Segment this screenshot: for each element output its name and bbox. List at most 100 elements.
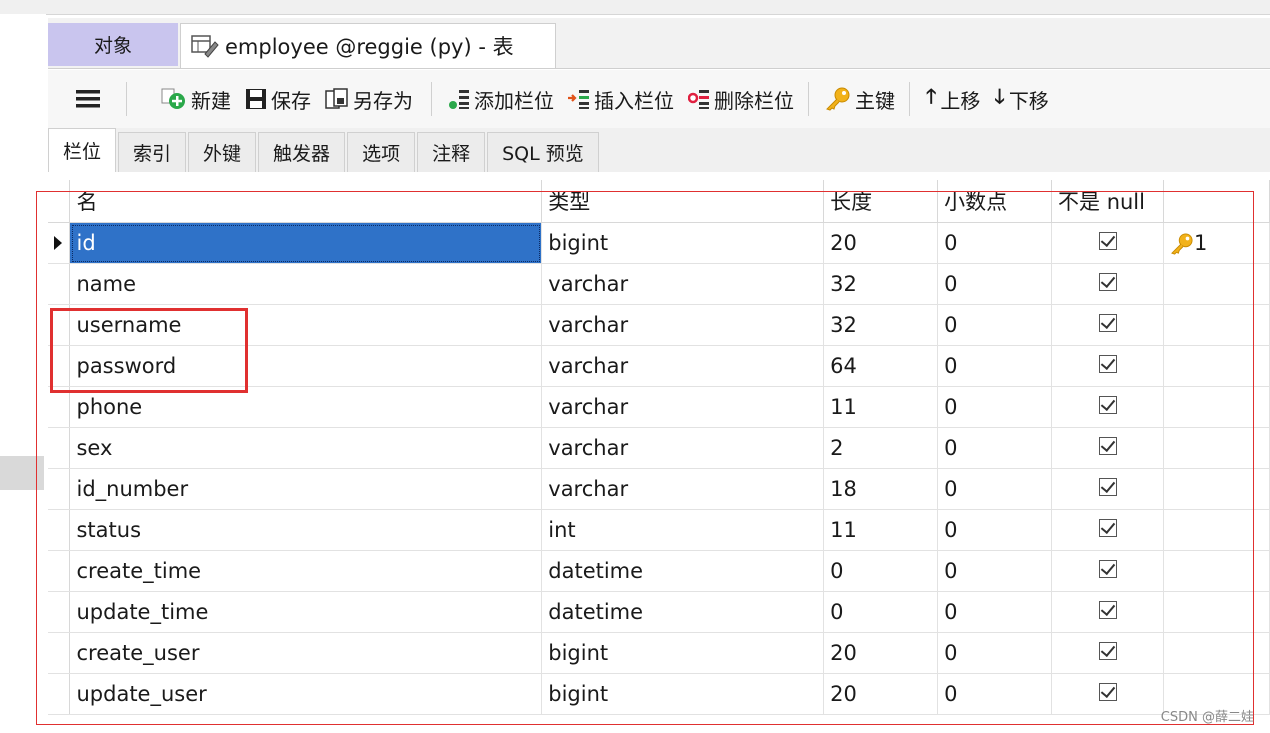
cell-length[interactable]: 18 xyxy=(823,468,939,510)
cell-key[interactable] xyxy=(1163,427,1270,469)
not-null-checkbox[interactable] xyxy=(1099,519,1118,537)
cell-decimal[interactable]: 0 xyxy=(937,222,1053,264)
cell-name[interactable]: create_time xyxy=(69,550,543,592)
subtab-sql-preview[interactable]: SQL 预览 xyxy=(487,132,599,172)
cell-key[interactable]: 1 xyxy=(1163,222,1270,264)
cell-type[interactable]: bigint xyxy=(541,673,825,715)
cell-not-null[interactable] xyxy=(1051,673,1164,715)
cell-decimal[interactable]: 0 xyxy=(937,591,1053,633)
cell-length[interactable]: 11 xyxy=(823,509,939,551)
cell-name[interactable]: password xyxy=(69,345,543,387)
cell-name[interactable]: id xyxy=(69,222,543,264)
cell-decimal[interactable]: 0 xyxy=(937,632,1053,674)
cell-not-null[interactable] xyxy=(1051,632,1164,674)
not-null-checkbox[interactable] xyxy=(1099,478,1118,496)
cell-key[interactable] xyxy=(1163,591,1270,633)
cell-not-null[interactable] xyxy=(1051,591,1164,633)
cell-key[interactable] xyxy=(1163,345,1270,387)
cell-not-null[interactable] xyxy=(1051,304,1164,346)
cell-decimal[interactable]: 0 xyxy=(937,304,1053,346)
hamburger-menu-button[interactable] xyxy=(76,89,100,109)
cell-length[interactable]: 20 xyxy=(823,673,939,715)
cell-type[interactable]: varchar xyxy=(541,468,825,510)
cell-type[interactable]: varchar xyxy=(541,263,825,305)
primary-key-button[interactable]: 主键 xyxy=(825,85,895,114)
cell-not-null[interactable] xyxy=(1051,263,1164,305)
cell-type[interactable]: bigint xyxy=(541,632,825,674)
cell-name[interactable]: status xyxy=(69,509,543,551)
table-row[interactable]: id_number varchar 18 0 xyxy=(48,468,1270,510)
not-null-checkbox[interactable] xyxy=(1099,437,1118,455)
tab-employee-table[interactable]: employee @reggie (py) - 表 xyxy=(180,23,556,68)
cell-key[interactable] xyxy=(1163,632,1270,674)
cell-length[interactable]: 0 xyxy=(823,550,939,592)
tab-objects[interactable]: 对象 xyxy=(48,23,178,66)
cell-decimal[interactable]: 0 xyxy=(937,550,1053,592)
cell-name[interactable]: sex xyxy=(69,427,543,469)
subtab-triggers[interactable]: 触发器 xyxy=(258,132,346,172)
cell-type[interactable]: varchar xyxy=(541,345,825,387)
cell-type[interactable]: datetime xyxy=(541,550,825,592)
cell-type[interactable]: int xyxy=(541,509,825,551)
cell-type[interactable]: varchar xyxy=(541,427,825,469)
cell-key[interactable] xyxy=(1163,550,1270,592)
table-row[interactable]: name varchar 32 0 xyxy=(48,263,1270,305)
cell-decimal[interactable]: 0 xyxy=(937,509,1053,551)
cell-decimal[interactable]: 0 xyxy=(937,386,1053,428)
cell-length[interactable]: 2 xyxy=(823,427,939,469)
subtab-options[interactable]: 选项 xyxy=(347,132,416,172)
cell-decimal[interactable]: 0 xyxy=(937,468,1053,510)
insert-column-button[interactable]: 插入栏位 xyxy=(568,85,674,114)
table-row[interactable]: username varchar 32 0 xyxy=(48,304,1270,346)
cell-length[interactable]: 20 xyxy=(823,222,939,264)
cell-name[interactable]: username xyxy=(69,304,543,346)
not-null-checkbox[interactable] xyxy=(1099,601,1118,619)
cell-key[interactable] xyxy=(1163,468,1270,510)
table-row[interactable]: update_user bigint 20 0 xyxy=(48,673,1270,715)
cell-not-null[interactable] xyxy=(1051,345,1164,387)
cell-name[interactable]: create_user xyxy=(69,632,543,674)
table-row[interactable]: update_time datetime 0 0 xyxy=(48,591,1270,633)
cell-not-null[interactable] xyxy=(1051,468,1164,510)
cell-not-null[interactable] xyxy=(1051,427,1164,469)
cell-name[interactable]: id_number xyxy=(69,468,543,510)
cell-key[interactable] xyxy=(1163,263,1270,305)
header-not-null[interactable]: 不是 null xyxy=(1051,180,1164,223)
header-decimal[interactable]: 小数点 xyxy=(937,180,1053,223)
header-name[interactable]: 名 xyxy=(69,180,543,223)
cell-not-null[interactable] xyxy=(1051,222,1164,264)
table-row[interactable]: id bigint 20 0 1 xyxy=(48,222,1270,264)
cell-not-null[interactable] xyxy=(1051,386,1164,428)
move-up-button[interactable]: 🡑 上移 xyxy=(926,82,980,116)
header-type[interactable]: 类型 xyxy=(541,180,825,223)
table-row[interactable]: sex varchar 2 0 xyxy=(48,427,1270,469)
new-button[interactable]: 新建 xyxy=(161,85,231,114)
table-row[interactable]: create_user bigint 20 0 xyxy=(48,632,1270,674)
cell-not-null[interactable] xyxy=(1051,550,1164,592)
table-row[interactable]: status int 11 0 xyxy=(48,509,1270,551)
not-null-checkbox[interactable] xyxy=(1099,355,1118,373)
cell-length[interactable]: 64 xyxy=(823,345,939,387)
cell-type[interactable]: varchar xyxy=(541,304,825,346)
cell-name[interactable]: update_user xyxy=(69,673,543,715)
not-null-checkbox[interactable] xyxy=(1099,232,1118,250)
cell-length[interactable]: 0 xyxy=(823,591,939,633)
cell-type[interactable]: varchar xyxy=(541,386,825,428)
header-length[interactable]: 长度 xyxy=(823,180,939,223)
cell-type[interactable]: datetime xyxy=(541,591,825,633)
not-null-checkbox[interactable] xyxy=(1099,273,1118,291)
save-button[interactable]: 保存 xyxy=(245,85,311,114)
cell-name[interactable]: phone xyxy=(69,386,543,428)
cell-key[interactable] xyxy=(1163,509,1270,551)
not-null-checkbox[interactable] xyxy=(1099,396,1118,414)
cell-length[interactable]: 11 xyxy=(823,386,939,428)
cell-key[interactable] xyxy=(1163,386,1270,428)
cell-decimal[interactable]: 0 xyxy=(937,345,1053,387)
cell-decimal[interactable]: 0 xyxy=(937,673,1053,715)
header-key[interactable] xyxy=(1163,180,1270,223)
cell-name[interactable]: update_time xyxy=(69,591,543,633)
subtab-comments[interactable]: 注释 xyxy=(417,132,486,172)
table-row[interactable]: phone varchar 11 0 xyxy=(48,386,1270,428)
delete-column-button[interactable]: 删除栏位 xyxy=(688,85,794,114)
cell-key[interactable] xyxy=(1163,304,1270,346)
